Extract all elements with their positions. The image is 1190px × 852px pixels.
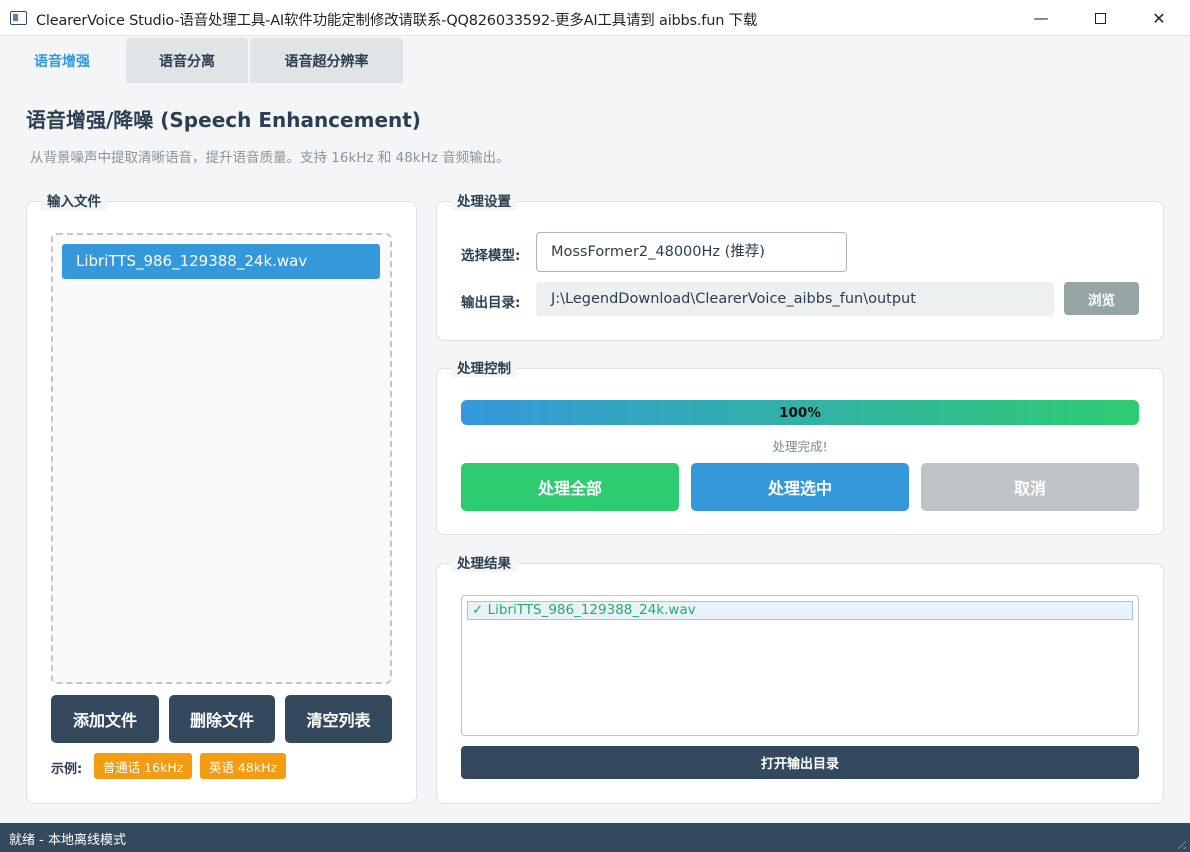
example-english-48khz-button[interactable]: 英语 48kHz [200,753,286,779]
progress-text: 100% [779,404,821,421]
settings-title: 处理设置 [451,190,517,210]
example-mandarin-16khz-button[interactable]: 普通话 16kHz [94,753,192,779]
add-files-button[interactable]: 添加文件 [51,695,159,743]
input-files-title: 输入文件 [41,190,107,210]
control-title: 处理控制 [451,357,517,377]
file-list-item[interactable]: LibriTTS_986_129388_24k.wav [62,244,380,279]
browse-button[interactable]: 浏览 [1064,282,1139,315]
tab-speech-enhancement[interactable]: 语音增强 [0,38,124,83]
input-files-group: 输入文件 LibriTTS_986_129388_24k.wav 添加文件 删除… [26,190,417,804]
process-all-button[interactable]: 处理全部 [461,463,679,511]
results-group: 处理结果 ✓ LibriTTS_986_129388_24k.wav 打开输出目… [436,552,1164,804]
input-file-list[interactable]: LibriTTS_986_129388_24k.wav [51,233,392,684]
app-icon [10,11,27,25]
title-bar: ClearerVoice Studio-语音处理工具-AI软件功能定制修改请联系… [0,0,1190,36]
tab-speech-super-resolution[interactable]: 语音超分辨率 [250,38,403,83]
open-output-dir-button[interactable]: 打开输出目录 [461,746,1139,779]
tab-bar: 语音增强 语音分离 语音超分辨率 [0,38,1190,83]
cancel-button[interactable]: 取消 [921,463,1139,511]
status-message: 就绪 - 本地离线模式 [9,833,126,848]
result-list[interactable]: ✓ LibriTTS_986_129388_24k.wav [461,595,1139,736]
settings-group: 处理设置 选择模型: MossFormer2_48000Hz (推荐) 输出目录… [436,190,1164,341]
process-status: 处理完成! [772,439,828,454]
model-select[interactable]: MossFormer2_48000Hz (推荐) [536,232,847,272]
result-list-item[interactable]: ✓ LibriTTS_986_129388_24k.wav [467,601,1133,620]
close-button[interactable]: ✕ [1130,0,1188,36]
page-title: 语音增强/降噪 (Speech Enhancement) [26,108,421,132]
clear-list-button[interactable]: 清空列表 [285,695,392,743]
results-title: 处理结果 [451,552,517,572]
minimize-button[interactable]: — [1012,0,1070,36]
tab-speech-separation[interactable]: 语音分离 [126,38,248,83]
process-selected-button[interactable]: 处理选中 [691,463,909,511]
output-dir-field[interactable]: J:\LegendDownload\ClearerVoice_aibbs_fun… [536,282,1054,316]
window-title: ClearerVoice Studio-语音处理工具-AI软件功能定制修改请联系… [36,13,758,29]
control-group: 处理控制 100% 处理完成! 处理全部 处理选中 取消 [436,357,1164,535]
close-icon: ✕ [1152,8,1166,28]
maximize-button[interactable] [1071,0,1129,36]
status-bar: 就绪 - 本地离线模式 [0,823,1190,852]
model-label: 选择模型: [461,248,521,264]
minimize-icon: — [1033,9,1049,27]
resize-grip-icon[interactable] [1174,837,1186,849]
output-dir-label: 输出目录: [461,295,521,311]
progress-bar: 100% [461,400,1139,425]
examples-label: 示例: [51,762,83,777]
maximize-icon [1094,12,1106,24]
delete-files-button[interactable]: 删除文件 [169,695,275,743]
page-description: 从背景噪声中提取清晰语音，提升语音质量。支持 16kHz 和 48kHz 音频输… [30,150,510,166]
